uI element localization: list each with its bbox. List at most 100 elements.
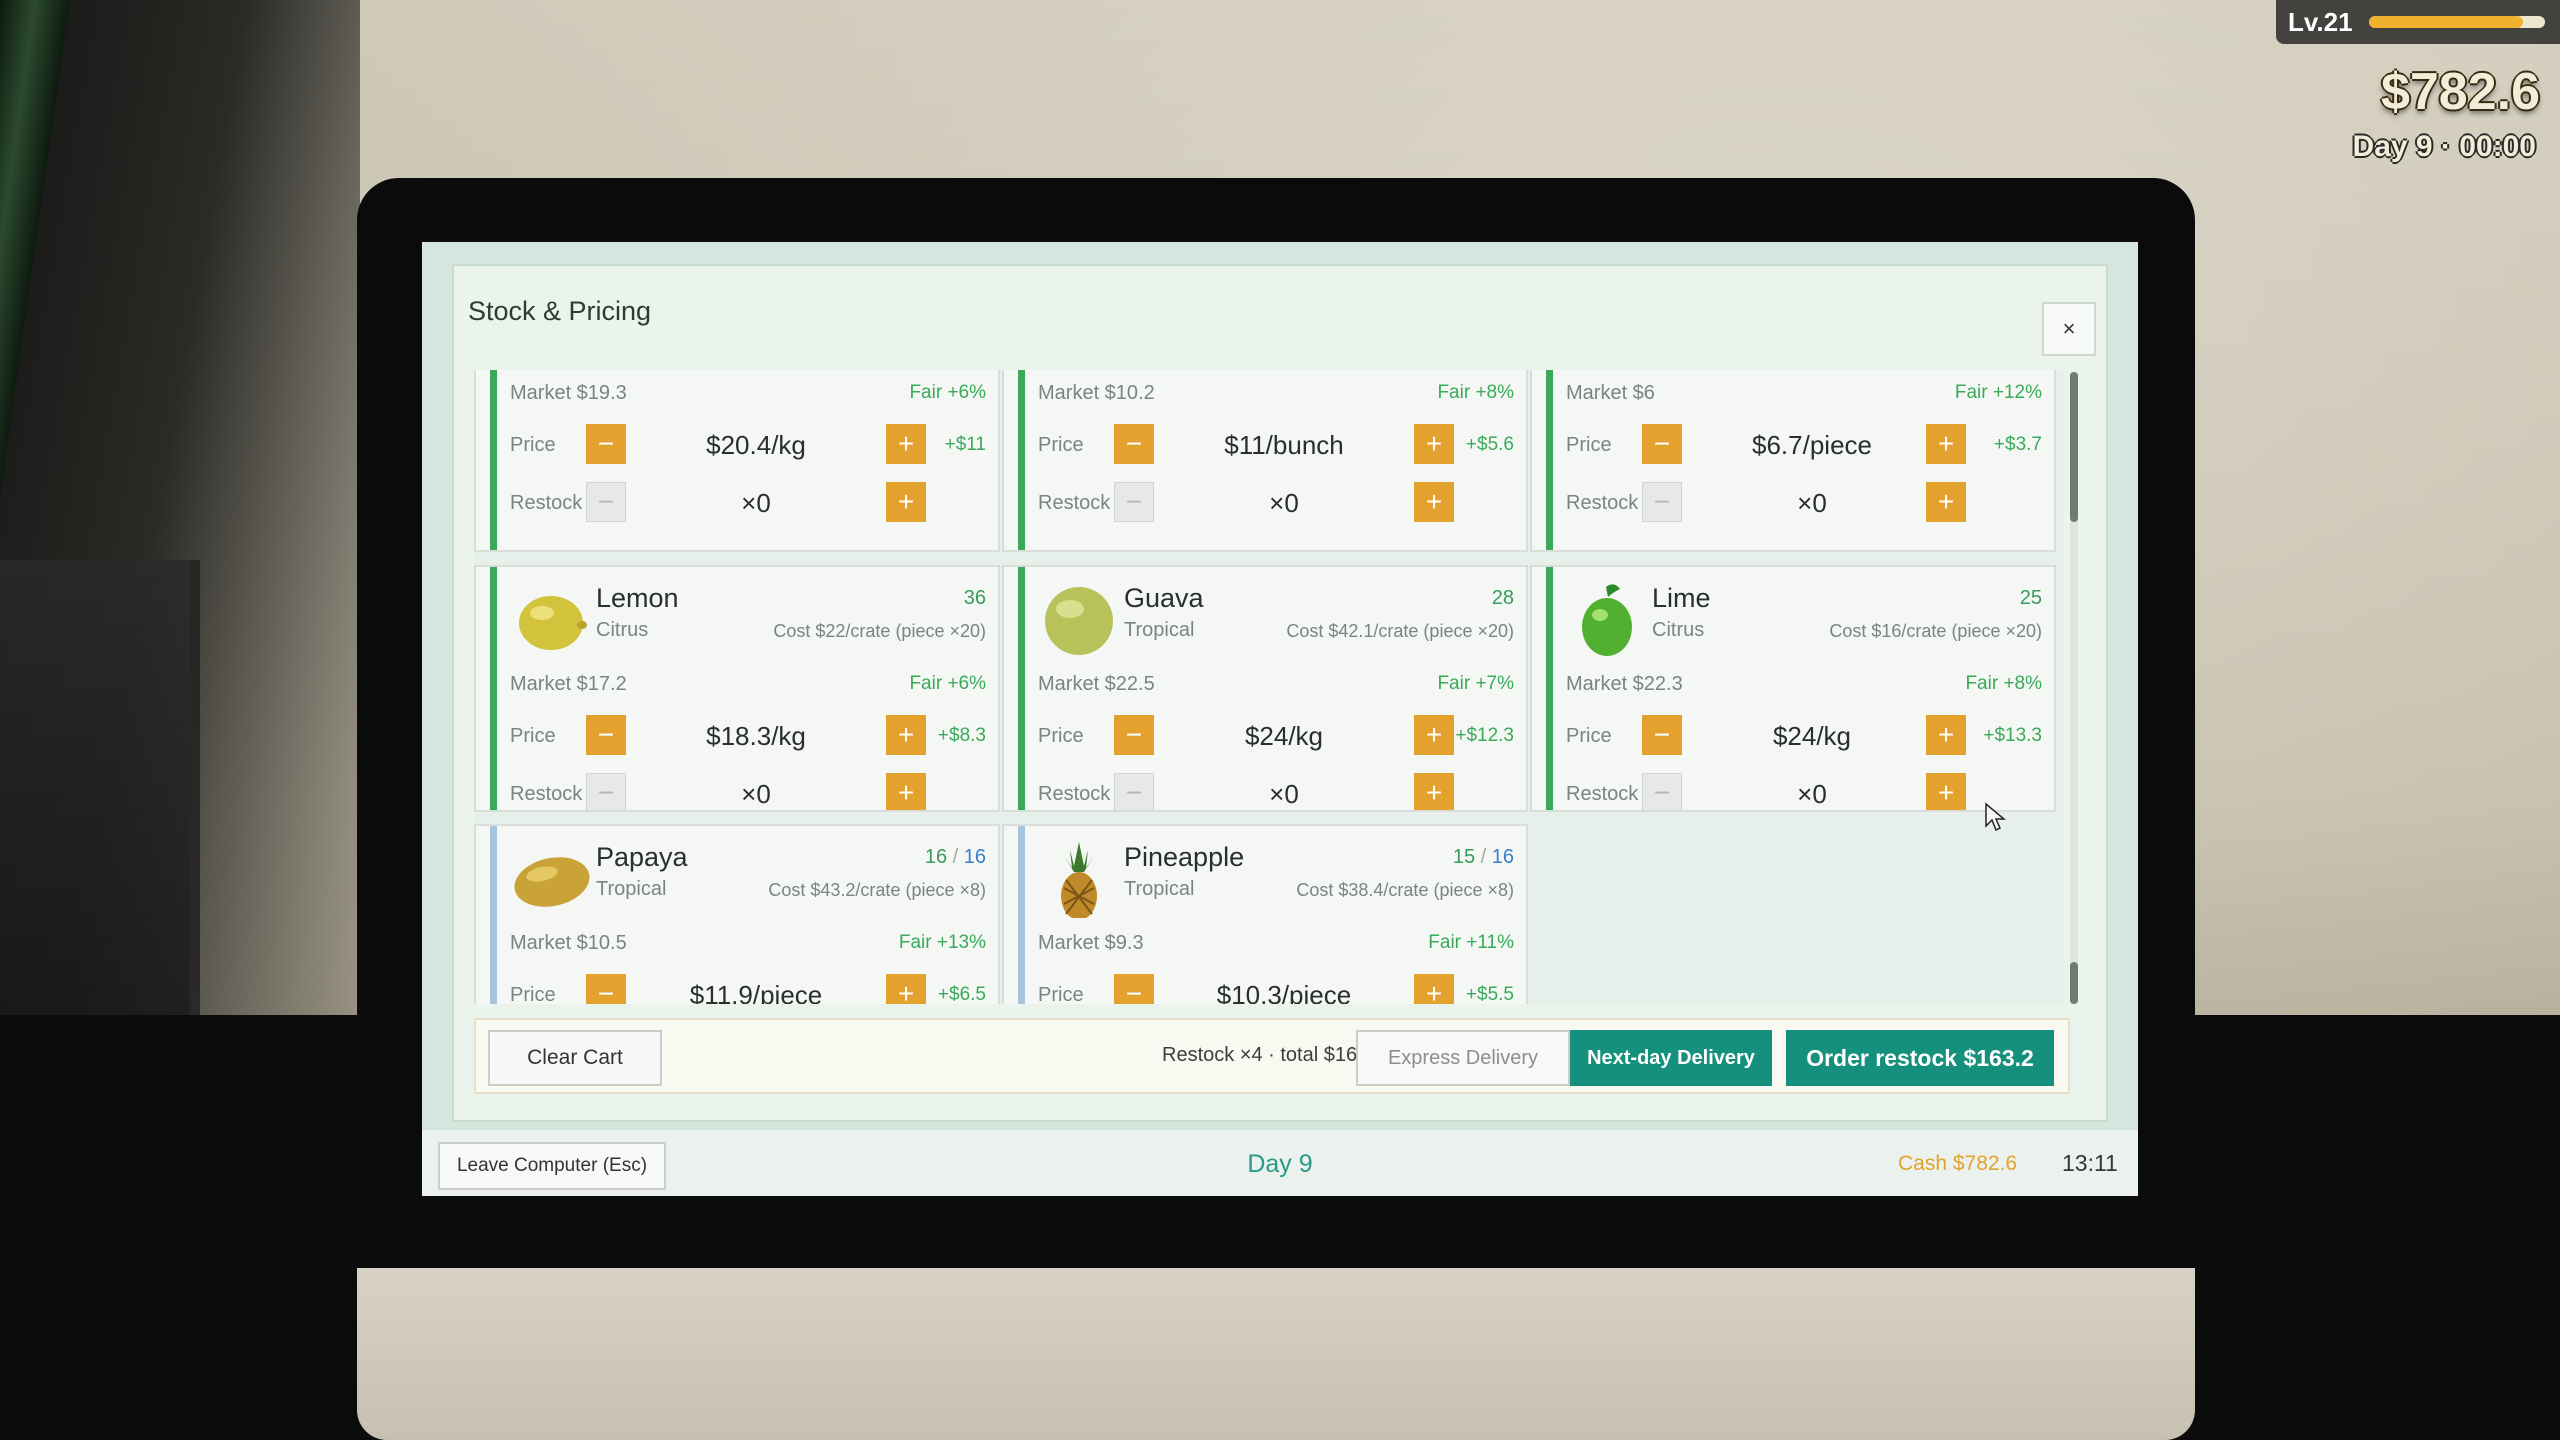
restock-decrease-button[interactable]: − [586, 773, 626, 810]
hud-level-panel: Lv.21 [2276, 0, 2560, 44]
restock-decrease-button[interactable]: − [1642, 482, 1682, 522]
computer-status-bar: Leave Computer (Esc) Day 9 Cash $782.6 1… [422, 1130, 2138, 1196]
product-name: Guava [1124, 583, 1204, 614]
pineapple-icon [1061, 842, 1097, 919]
profit-delta: +$8.3 [937, 725, 986, 747]
price-increase-button[interactable]: + [1414, 974, 1454, 1004]
crate-cost: Cost $22/crate (piece ×20) [773, 621, 986, 642]
price-decrease-button[interactable]: − [1642, 424, 1682, 464]
price-increase-button[interactable]: + [1926, 715, 1966, 756]
product-name: Lemon [596, 583, 679, 614]
fair-indicator: Fair +13% [898, 932, 986, 954]
stock-level-bar [490, 567, 497, 810]
close-button[interactable]: × [2042, 302, 2096, 356]
price-decrease-button[interactable]: − [586, 424, 626, 464]
price-increase-button[interactable]: + [886, 715, 926, 756]
restock-decrease-button[interactable]: − [1114, 773, 1154, 810]
profit-delta: +$12.3 [1455, 725, 1514, 747]
restock-increase-button[interactable]: + [1926, 773, 1966, 810]
scrollbar-thumb[interactable] [2070, 372, 2078, 522]
stock-separator: / [947, 846, 964, 869]
stock-count: 16 / 16 [925, 846, 986, 869]
price-decrease-button[interactable]: − [1114, 974, 1154, 1004]
product-category: Tropical [1124, 878, 1195, 901]
price-increase-button[interactable]: + [1414, 424, 1454, 464]
lemon-icon [519, 596, 587, 651]
market-price: Market $19.3 [510, 382, 627, 404]
price-label: Price [510, 984, 556, 1004]
restock-quantity: ×0 [1797, 779, 1827, 810]
price-decrease-button[interactable]: − [586, 715, 626, 756]
price-value: $24/kg [1772, 721, 1852, 752]
express-delivery-button[interactable]: Express Delivery [1356, 1030, 1570, 1086]
price-label: Price [510, 434, 556, 456]
dialog-title: Stock & Pricing [468, 295, 652, 326]
computer-screen: Stock & Pricing × PomeCost $33.8/crate (… [422, 242, 2138, 1196]
restock-label: Restock [510, 783, 583, 806]
price-decrease-button[interactable]: − [586, 974, 626, 1004]
market-price: Market $10.5 [510, 932, 627, 955]
stock-current: 36 [963, 587, 986, 610]
restock-label: Restock [1038, 783, 1111, 806]
profit-delta: +$6.5 [937, 984, 986, 1004]
level-label: Lv.21 [2288, 6, 2353, 37]
stock-current: 28 [1491, 587, 1514, 610]
restock-decrease-button[interactable]: − [1642, 773, 1682, 810]
product-name: Papaya [596, 842, 688, 873]
price-decrease-button[interactable]: − [1114, 715, 1154, 756]
price-value: $11.9/piece [689, 980, 823, 1004]
monitor-chin [357, 1268, 2195, 1440]
profit-delta: +$5.5 [1465, 984, 1514, 1004]
profit-delta: +$5.6 [1465, 434, 1514, 455]
product-card: TropicalCost $24/crate (piece ×8)Market … [1530, 370, 2056, 553]
product-name: Pineapple [1124, 842, 1245, 873]
restock-increase-button[interactable]: + [1414, 773, 1454, 810]
crate-cost: Cost $38.4/crate (piece ×8) [1296, 880, 1514, 901]
restock-increase-button[interactable]: + [886, 482, 926, 522]
price-decrease-button[interactable]: − [1114, 424, 1154, 464]
restock-label: Restock [1038, 492, 1111, 514]
status-time: 13:11 [2062, 1150, 2118, 1176]
price-increase-button[interactable]: + [1926, 424, 1966, 464]
delivery-option-group: Express Delivery Next-day Delivery [1356, 1030, 1772, 1086]
product-list[interactable]: PomeCost $33.8/crate (piece ×20)Market $… [474, 370, 2064, 1004]
next-day-delivery-button[interactable]: Next-day Delivery [1570, 1030, 1772, 1086]
clear-cart-button[interactable]: Clear Cart [488, 1030, 662, 1086]
price-decrease-button[interactable]: − [1642, 715, 1682, 756]
price-value: $6.7/piece [1752, 430, 1872, 460]
lime-icon [1582, 584, 1632, 657]
price-increase-button[interactable]: + [1414, 715, 1454, 756]
price-label: Price [510, 725, 556, 748]
price-increase-button[interactable]: + [886, 974, 926, 1004]
fair-indicator: Fair +6% [909, 673, 986, 695]
product-card: Papaya Tropical 16 / 16 Cost $43.2/crate (p… [474, 824, 1000, 1004]
restock-increase-button[interactable]: + [1926, 482, 1966, 522]
stock-level-bar [1546, 567, 1553, 810]
product-category: Citrus [596, 619, 649, 642]
restock-label: Restock [1566, 783, 1639, 806]
stock-current: 15 [1452, 846, 1476, 869]
restock-quantity: ×0 [741, 488, 771, 518]
stock-level-bar [1018, 826, 1025, 1004]
restock-decrease-button[interactable]: − [1114, 482, 1154, 522]
product-card: Pineapple Tropical 15 / 16 Cost $38.4/crate… [1002, 824, 1528, 1004]
restock-increase-button[interactable]: + [1414, 482, 1454, 522]
market-price: Market $22.5 [1038, 673, 1155, 696]
price-increase-button[interactable]: + [886, 424, 926, 464]
restock-increase-button[interactable]: + [886, 773, 926, 810]
price-value: $10.3/piece [1216, 980, 1352, 1004]
fair-indicator: Fair +7% [1437, 673, 1514, 695]
xp-bar [2368, 16, 2545, 28]
scrollbar-thumb-end[interactable] [2070, 962, 2078, 1004]
restock-decrease-button[interactable]: − [586, 482, 626, 522]
restock-quantity: ×0 [741, 779, 771, 810]
product-list-scrollbar[interactable] [2070, 372, 2078, 1004]
stock-max: 16 [1491, 846, 1514, 869]
market-price: Market $22.3 [1566, 673, 1683, 696]
mouse-cursor-icon [1985, 802, 2006, 832]
order-restock-button[interactable]: Order restock $163.2 [1786, 1030, 2054, 1086]
price-value: $24/kg [1244, 721, 1324, 752]
status-cash: Cash $782.6 [1898, 1152, 2018, 1175]
restock-quantity: ×0 [1797, 488, 1827, 518]
profit-delta: +$11 [944, 434, 986, 455]
